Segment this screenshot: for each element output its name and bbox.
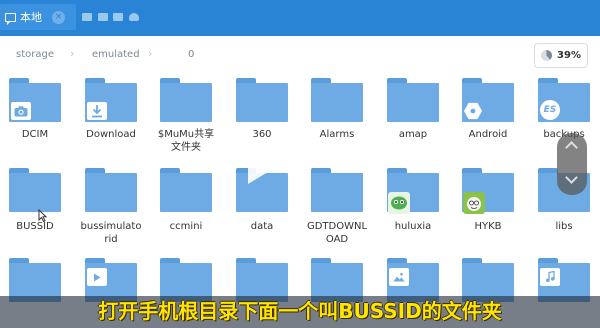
storage-percent: 39% [557, 50, 581, 61]
crumb-0[interactable]: 0 [188, 49, 194, 60]
folder-download[interactable] [85, 78, 137, 122]
folder-label: data [250, 221, 274, 232]
tab-label: 本地 [20, 11, 42, 24]
video-subtitle: 打开手机根目录下面一个叫BUSSID的文件夹 [98, 299, 502, 323]
hykb-app-icon [463, 192, 485, 214]
storage-pie-icon [541, 50, 553, 61]
storage-usage-badge[interactable]: 39% [534, 43, 588, 68]
folder-mumu[interactable] [160, 78, 212, 122]
folder-hykb[interactable] [462, 168, 514, 214]
folder-bussimulatorid[interactable] [85, 168, 137, 212]
window-icon-2[interactable] [98, 13, 108, 21]
folder-huluxia[interactable] [387, 168, 439, 214]
folder-alarms[interactable] [311, 78, 363, 122]
scroll-control[interactable] [557, 133, 587, 195]
chevron-down-icon[interactable] [565, 171, 578, 184]
cloud-icon[interactable] [129, 13, 139, 21]
chevron-up-icon[interactable] [565, 141, 578, 154]
image-icon[interactable] [113, 13, 123, 21]
folder-label: DCIM [21, 129, 49, 140]
huluxia-app-icon [388, 192, 410, 214]
folder-360[interactable] [236, 78, 288, 122]
folder-label: huluxia [394, 221, 432, 232]
folder-label: $MuMu共享 文件夹 [157, 129, 215, 153]
folder-label: GDTDOWNL OAD [306, 221, 368, 245]
folder-dcim[interactable] [9, 78, 61, 122]
es-logo-icon: ES [540, 100, 560, 120]
folder-label: Download [86, 129, 136, 140]
folder-label: bussimulato rid [80, 221, 142, 245]
folder-amap[interactable] [387, 78, 439, 122]
music-note-icon [540, 268, 560, 286]
picture-icon [389, 268, 409, 286]
play-icon[interactable] [248, 148, 278, 184]
folder-label: 360 [252, 129, 272, 140]
folder-android[interactable] [462, 78, 514, 122]
folder-label: Alarms [319, 129, 355, 140]
chevron-right-icon: › [70, 47, 75, 60]
window-icon[interactable] [82, 13, 92, 21]
tab-icon [5, 12, 16, 25]
folder-label: libs [555, 221, 573, 232]
breadcrumb: storage › emulated › 0 [0, 40, 600, 70]
tab-close-icon[interactable]: × [52, 10, 65, 24]
folder-backups[interactable]: ES [538, 78, 590, 122]
tab-local[interactable]: 本地 × [0, 4, 76, 30]
folder-label: Android [468, 129, 508, 140]
mouse-cursor-icon [38, 209, 47, 222]
download-icon [87, 102, 107, 120]
camera-icon [11, 102, 31, 120]
top-bar: 本地 × [0, 0, 600, 36]
crumb-storage[interactable]: storage [16, 49, 54, 60]
folder-label: HYKB [474, 221, 502, 232]
folder-label: amap [398, 129, 428, 140]
folder-ccmini[interactable] [160, 168, 212, 212]
folder-bussid[interactable] [9, 168, 61, 212]
chevron-right-icon: › [148, 47, 153, 60]
folder-gdtdownload[interactable] [311, 168, 363, 212]
folder-label: ccmini [169, 221, 203, 232]
video-icon [87, 268, 107, 286]
crumb-emulated[interactable]: emulated [92, 49, 140, 60]
